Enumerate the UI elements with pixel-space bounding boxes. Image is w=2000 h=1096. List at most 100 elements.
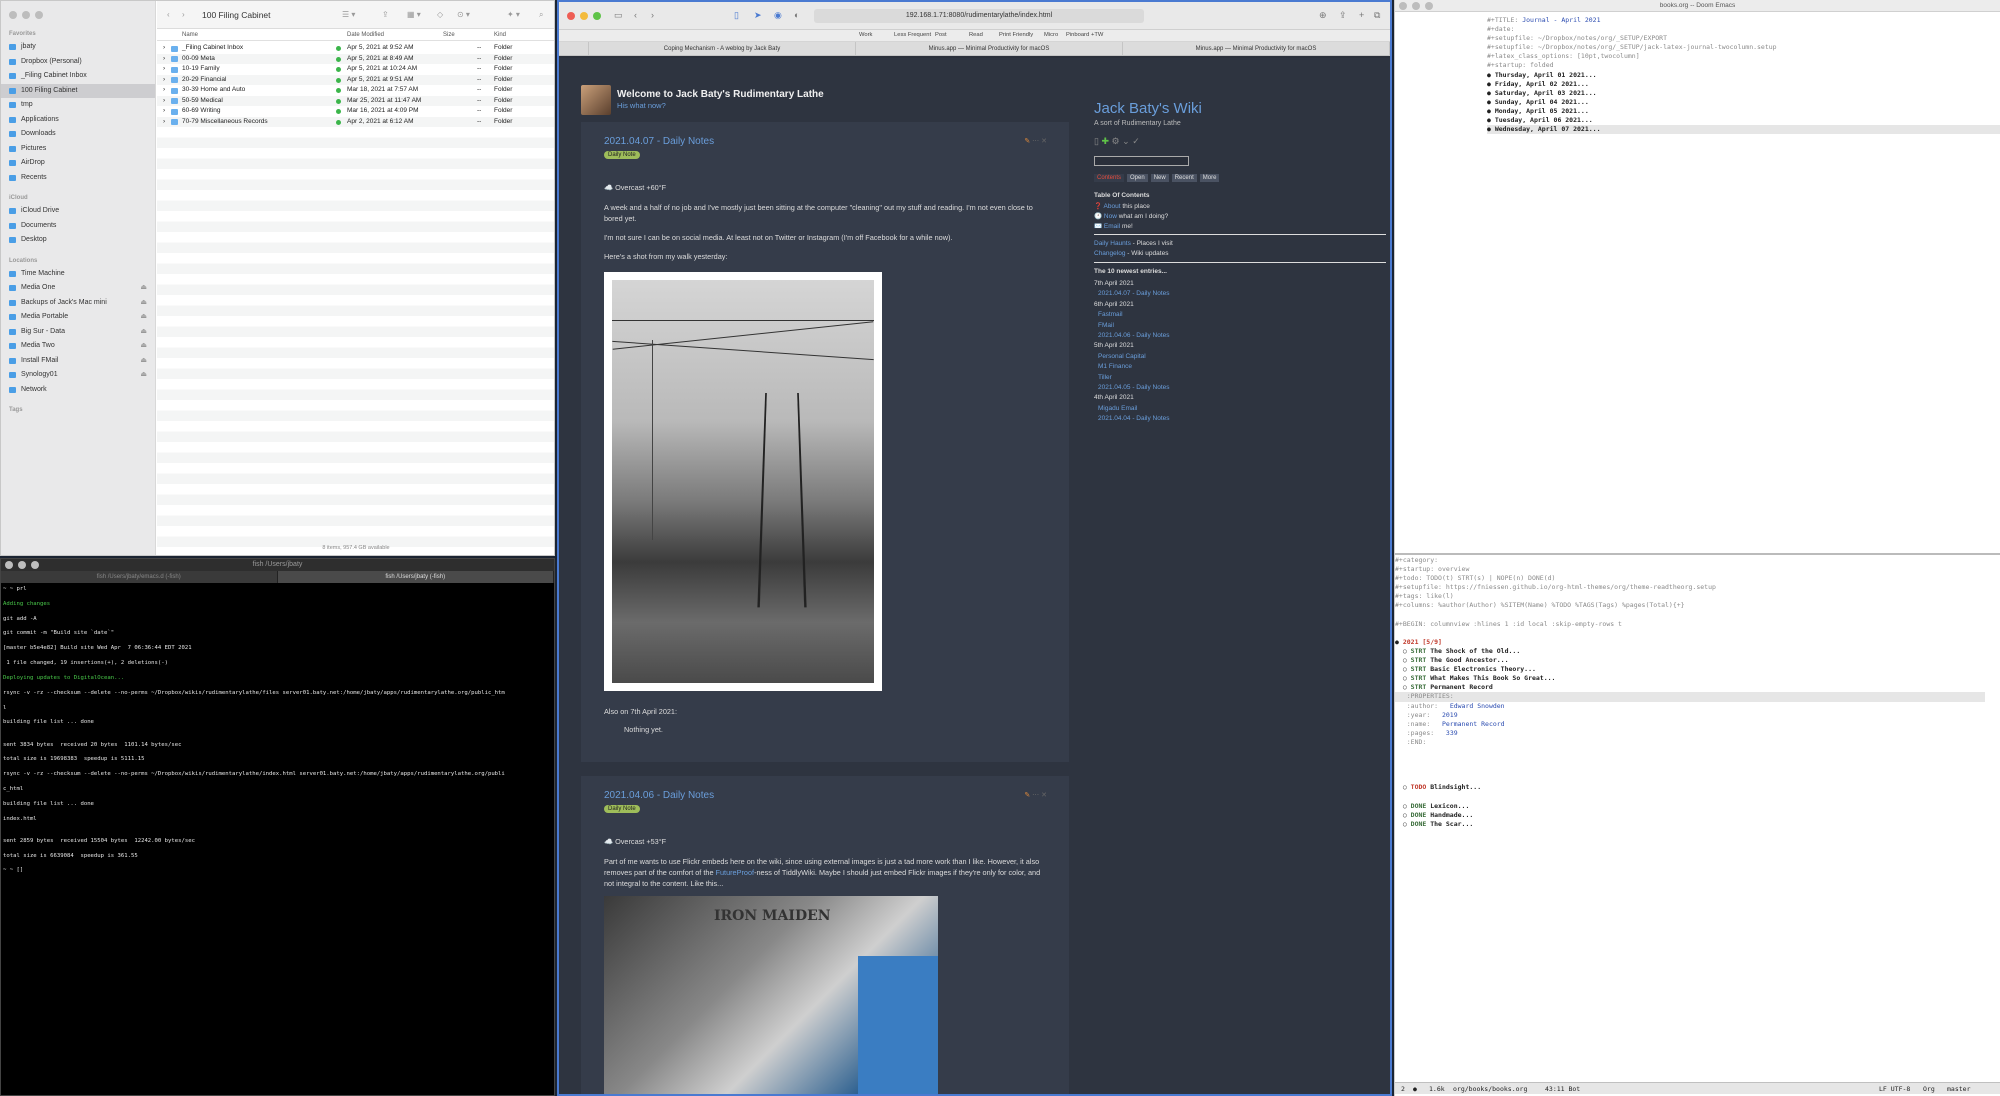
action-icon[interactable]: ⊙ ▾ (457, 10, 470, 19)
more-icon[interactable]: ⋯ (1032, 792, 1039, 799)
sidebar-item[interactable]: Pictures (1, 142, 155, 157)
disclosure-icon[interactable]: › (163, 106, 165, 117)
search-input[interactable] (1094, 156, 1189, 166)
edit-icon[interactable]: ✎ (1024, 138, 1030, 145)
futureproof-link[interactable]: FutureProof (716, 868, 755, 877)
entry-link[interactable]: Personal Capital (1098, 353, 1146, 360)
shield-icon[interactable]: ◐ (794, 10, 799, 20)
terminal-output[interactable]: ~ ~ prl Adding changes git add -A git co… (1, 583, 554, 885)
column-date[interactable]: Date Modified (347, 32, 384, 38)
back-icon[interactable]: ‹ (634, 10, 637, 20)
book-item[interactable]: ○ DONE Handmade... (1395, 811, 1473, 819)
sidebar-item[interactable]: Network (1, 383, 155, 398)
eject-icon[interactable]: ⏏ (140, 281, 147, 296)
terminal-tab[interactable]: fish /Users/jbaty/emacs.d (-fish) (1, 571, 278, 583)
eject-icon[interactable]: ⏏ (140, 310, 147, 325)
new-tiddler-icon[interactable]: ✚ (1101, 136, 1109, 146)
table-row[interactable]: › 50-59 Medical Mar 25, 2021 at 11:47 AM --… (157, 95, 554, 106)
book-item[interactable]: ○ DONE The Scar... (1395, 820, 1473, 828)
toc-link[interactable]: Email (1104, 223, 1120, 230)
favorite-item[interactable]: Read (969, 32, 983, 38)
search-icon[interactable]: ⌕ (539, 10, 543, 20)
entry-link[interactable]: 2021.04.05 - Daily Notes (1098, 384, 1170, 391)
dropbox-icon[interactable]: ✦ ▾ (507, 10, 520, 19)
close-button[interactable] (1399, 2, 1407, 10)
table-row[interactable]: › _Filing Cabinet Inbox Apr 5, 2021 at 9:5… (157, 43, 554, 54)
sidebar-item[interactable]: Dropbox (Personal) (1, 55, 155, 70)
wiki-title[interactable]: Jack Baty's Wiki (1094, 100, 1202, 117)
table-row[interactable]: › 60-69 Writing Mar 16, 2021 at 4:09 PM -- F… (157, 106, 554, 117)
table-row[interactable]: › 70-79 Miscellaneous Records Apr 2, 2021 … (157, 116, 554, 127)
tab-minus-1[interactable]: Minus.app — Minimal Productivity for mac… (856, 42, 1123, 55)
sidebar-item[interactable]: Backups of Jack's Mac mini ⏏ (1, 296, 155, 311)
close-button[interactable] (5, 561, 13, 569)
table-row[interactable]: › 20-29 Financial Apr 5, 2021 at 9:51 AM --… (157, 74, 554, 86)
column-size[interactable]: Size (443, 32, 455, 38)
disclosure-icon[interactable]: › (163, 64, 165, 75)
disclosure-icon[interactable]: › (163, 75, 165, 86)
book-item[interactable]: ○ STRT What Makes This Book So Great... (1395, 674, 1556, 682)
org-heading[interactable]: ● 2021 [5/9] (1395, 638, 1442, 646)
disclosure-icon[interactable]: › (163, 54, 165, 65)
sidebar-tab[interactable]: Contents (1094, 174, 1125, 182)
sidebar-item[interactable]: tmp (1, 98, 155, 113)
sidebar-tab[interactable]: Open (1127, 174, 1148, 182)
sidebar-item[interactable]: Install FMail ⏏ (1, 354, 155, 369)
sidebar-tab[interactable]: Recent (1171, 174, 1197, 182)
eject-icon[interactable]: ⏏ (140, 296, 147, 311)
control-panel-icon[interactable]: ⚙ (1112, 136, 1120, 146)
org-heading[interactable]: ● Wednesday, April 07 2021... (1487, 125, 2000, 135)
tab-minus-2[interactable]: Minus.app — Minimal Productivity for mac… (1123, 42, 1390, 55)
entry-link[interactable]: Tiller (1098, 374, 1112, 381)
book-item[interactable]: ○ DONE Lexicon... (1395, 802, 1470, 810)
page-icon[interactable]: ▯ (734, 10, 739, 21)
view-options-icon[interactable]: ☰ ▾ (342, 10, 355, 19)
edit-icon[interactable]: ✎ (1024, 792, 1030, 799)
org-heading[interactable]: ● Sunday, April 04 2021... (1487, 98, 1589, 106)
new-tab-icon[interactable]: + (1359, 10, 1364, 20)
org-heading[interactable]: ● Saturday, April 03 2021... (1487, 89, 1597, 97)
modeline-file[interactable]: org/books/books.org (1453, 1083, 1527, 1095)
minimize-button[interactable] (580, 12, 588, 20)
send-icon[interactable]: ➤ (754, 10, 762, 21)
sidebar-item[interactable]: AirDrop (1, 156, 155, 171)
sidebar-item[interactable]: Media Two ⏏ (1, 339, 155, 354)
favorite-item[interactable]: Post (935, 32, 947, 38)
org-heading[interactable]: ● Monday, April 05 2021... (1487, 107, 1589, 115)
sidebar-item[interactable]: Time Machine (1, 267, 155, 282)
1password-icon[interactable]: ◉ (774, 10, 782, 21)
eject-icon[interactable]: ⏏ (140, 368, 147, 383)
books-buffer[interactable]: #+category: #+startup: overview #+todo: … (1395, 556, 1985, 829)
table-row[interactable]: › 00-09 Meta Apr 5, 2021 at 8:49 AM -- Folde… (157, 53, 554, 65)
eject-icon[interactable]: ⏏ (140, 339, 147, 354)
tab-coping[interactable]: Coping Mechanism - A weblog by Jack Baty (589, 42, 856, 55)
entry-link[interactable]: M1 Finance (1098, 363, 1132, 370)
sidebar-tab[interactable]: New (1150, 174, 1169, 182)
terminal-tab[interactable]: fish /Users/jbaty (-fish) (277, 571, 554, 583)
org-heading[interactable]: ● Thursday, April 01 2021... (1487, 71, 1597, 79)
tab-overview-icon[interactable]: ⧉ (1374, 10, 1380, 21)
address-bar[interactable]: 192.168.1.71:8080/rudimentarylathe/index… (814, 9, 1144, 23)
eject-icon[interactable]: ⏏ (140, 325, 147, 340)
close-button[interactable] (567, 12, 575, 20)
favorite-item[interactable]: Micro (1044, 32, 1058, 38)
entry-link[interactable]: Migadu Email (1098, 405, 1137, 412)
favorite-item[interactable]: Work (859, 32, 872, 38)
org-heading[interactable]: ● Friday, April 02 2021... (1487, 80, 1589, 88)
table-row[interactable]: › 10-19 Family Apr 5, 2021 at 10:24 AM -- Fo… (157, 64, 554, 75)
book-item[interactable]: ○ STRT Permanent Record (1395, 683, 1493, 691)
back-icon[interactable]: ‹ (167, 10, 170, 19)
minimize-button[interactable] (1412, 2, 1420, 10)
sidebar-item[interactable]: jbaty (1, 40, 155, 55)
favorite-item[interactable]: Print Friendly (999, 32, 1033, 38)
toc-link[interactable]: Now (1104, 213, 1117, 220)
sidebar-item[interactable]: Desktop (1, 233, 155, 248)
org-heading[interactable]: ● Tuesday, April 06 2021... (1487, 116, 1593, 124)
tag-daily-note[interactable]: Daily Note (604, 151, 640, 159)
zoom-button[interactable] (35, 11, 43, 19)
entry-link[interactable]: FMail (1098, 322, 1114, 329)
forward-icon[interactable]: › (182, 10, 185, 19)
tiddler-title[interactable]: 2021.04.07 - Daily Notes (604, 136, 714, 147)
sidebar-tab[interactable]: More (1199, 174, 1220, 182)
sidebar-item[interactable]: Recents (1, 171, 155, 186)
